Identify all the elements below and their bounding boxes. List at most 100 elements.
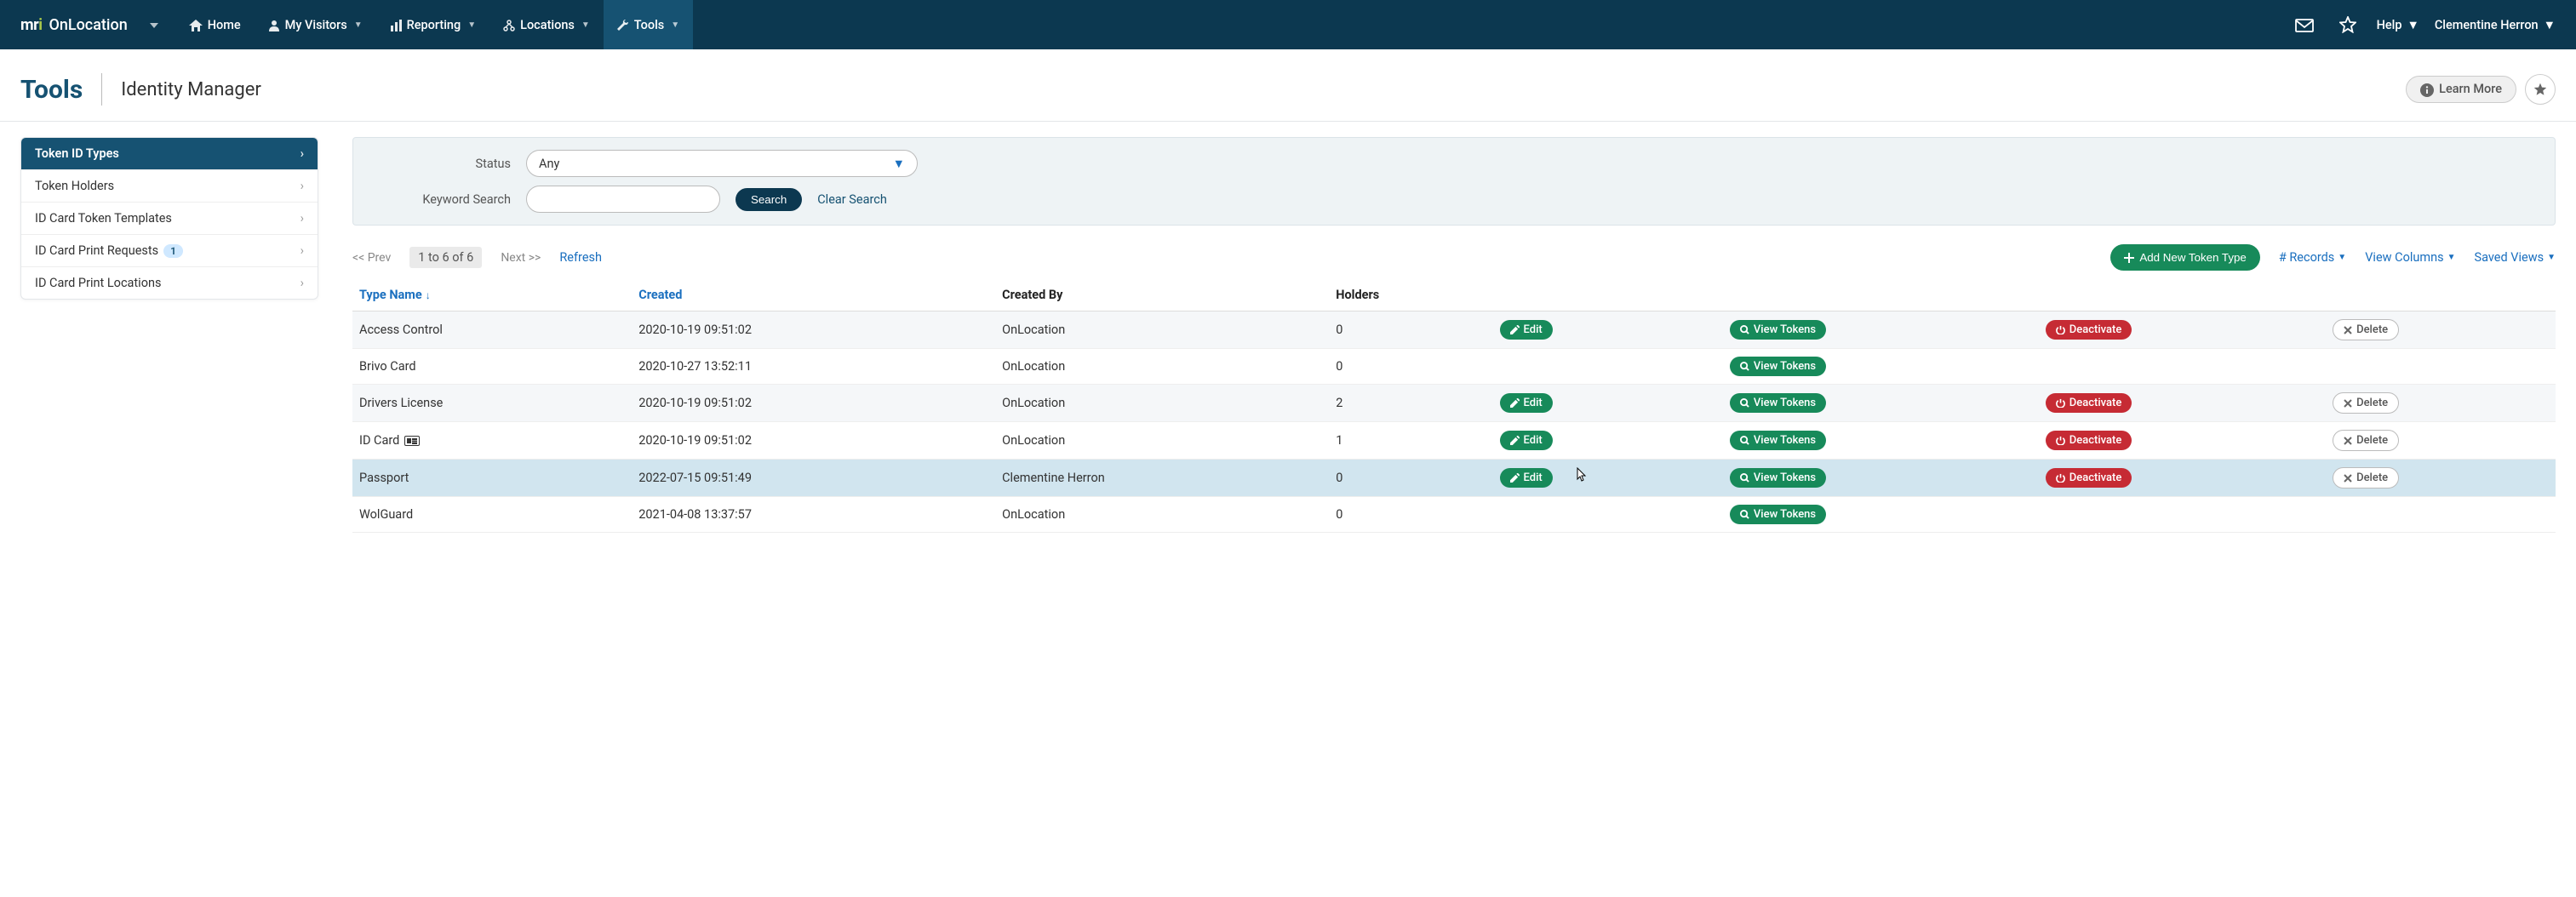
caret-down-icon: ▼ — [2338, 253, 2346, 262]
caret-down-icon: ▼ — [671, 20, 679, 30]
cell-holders: 0 — [1329, 460, 1492, 497]
sidebar-item-id-card-templates[interactable]: ID Card Token Templates › — [21, 203, 318, 235]
view-tokens-button[interactable]: View Tokens — [1730, 468, 1826, 488]
search-button[interactable]: Search — [736, 188, 802, 211]
brand-logo: mri — [20, 16, 42, 34]
table-row[interactable]: ID Card2020-10-19 09:51:02OnLocation1 Ed… — [352, 422, 2556, 460]
status-select[interactable]: Any ▼ — [526, 150, 918, 177]
caret-down-icon: ▼ — [893, 157, 905, 171]
cell-holders: 0 — [1329, 311, 1492, 349]
cell-holders: 2 — [1329, 385, 1492, 422]
add-token-type-button[interactable]: Add New Token Type — [2110, 244, 2259, 271]
edit-button[interactable]: Edit — [1500, 320, 1553, 340]
chevron-right-icon: › — [301, 146, 304, 161]
sidebar-item-token-id-types[interactable]: Token ID Types › — [21, 138, 318, 170]
sidebar-item-label: ID Card Print Requests — [35, 243, 158, 258]
cell-created: 2020-10-19 09:51:02 — [632, 385, 995, 422]
delete-button[interactable]: Delete — [2333, 467, 2399, 488]
deactivate-button[interactable]: Deactivate — [2046, 468, 2132, 488]
star-icon[interactable] — [2334, 11, 2361, 38]
cell-created-by: OnLocation — [995, 311, 1329, 349]
title-separator — [101, 73, 102, 106]
id-card-icon — [404, 436, 420, 446]
table-row[interactable]: WolGuard2021-04-08 13:37:57OnLocation0 V… — [352, 497, 2556, 533]
view-tokens-button[interactable]: View Tokens — [1730, 393, 1826, 413]
caret-down-icon: ▼ — [581, 20, 590, 30]
cell-created: 2020-10-19 09:51:02 — [632, 311, 995, 349]
table-row[interactable]: Passport2022-07-15 09:51:49Clementine He… — [352, 460, 2556, 497]
edit-button[interactable]: Edit — [1500, 431, 1553, 450]
deactivate-button[interactable]: Deactivate — [2046, 431, 2132, 450]
nav-tools[interactable]: Tools ▼ — [604, 0, 693, 49]
col-type-name[interactable]: Type Name↓ — [352, 279, 632, 311]
nav-my-visitors[interactable]: My Visitors ▼ — [255, 0, 376, 49]
keyword-input[interactable] — [526, 186, 720, 213]
view-tokens-button[interactable]: View Tokens — [1730, 431, 1826, 450]
chevron-right-icon: › — [301, 276, 304, 290]
cell-created: 2020-10-19 09:51:02 — [632, 422, 995, 460]
info-icon — [2420, 82, 2434, 96]
refresh-link[interactable]: Refresh — [559, 250, 602, 265]
nav-items: Home My Visitors ▼ Reporting ▼ Locations… — [175, 0, 693, 49]
clear-search-link[interactable]: Clear Search — [817, 192, 887, 207]
delete-button[interactable]: Delete — [2333, 392, 2399, 414]
chevron-right-icon: › — [301, 211, 304, 226]
edit-button[interactable]: Edit — [1500, 393, 1553, 413]
table-toolbar: << Prev 1 to 6 of 6 Next >> Refresh Add … — [352, 244, 2556, 271]
view-tokens-button[interactable]: View Tokens — [1730, 357, 1826, 376]
cell-holders: 0 — [1329, 497, 1492, 533]
delete-button[interactable]: Delete — [2333, 319, 2399, 340]
brand-caret-icon[interactable] — [150, 18, 158, 32]
cell-created: 2020-10-27 13:52:11 — [632, 349, 995, 385]
nav-help[interactable]: Help ▼ — [2377, 18, 2419, 32]
nav-user-menu[interactable]: Clementine Herron ▼ — [2435, 18, 2556, 32]
sidebar-item-id-card-print-requests[interactable]: ID Card Print Requests 1 › — [21, 235, 318, 267]
col-created[interactable]: Created — [632, 279, 995, 311]
nav-locations[interactable]: Locations ▼ — [489, 0, 604, 49]
saved-views-dropdown[interactable]: Saved Views ▼ — [2474, 250, 2556, 265]
cell-created-by: OnLocation — [995, 497, 1329, 533]
page-header: Tools Identity Manager Learn More — [0, 49, 2576, 122]
deactivate-button[interactable]: Deactivate — [2046, 320, 2132, 340]
delete-button[interactable]: Delete — [2333, 430, 2399, 451]
nav-home[interactable]: Home — [175, 0, 255, 49]
columns-label: View Columns — [2365, 250, 2443, 265]
learn-more-button[interactable]: Learn More — [2406, 76, 2516, 102]
sidebar-item-id-card-print-locations[interactable]: ID Card Print Locations › — [21, 267, 318, 299]
deactivate-button[interactable]: Deactivate — [2046, 393, 2132, 413]
col-view — [1723, 279, 2039, 311]
view-columns-dropdown[interactable]: View Columns ▼ — [2365, 250, 2455, 265]
caret-down-icon: ▼ — [467, 20, 476, 30]
cell-type: Passport — [352, 460, 632, 497]
cell-holders: 1 — [1329, 422, 1492, 460]
table-row[interactable]: Brivo Card2020-10-27 13:52:11OnLocation0… — [352, 349, 2556, 385]
plus-icon — [2124, 251, 2134, 264]
pager-prev[interactable]: << Prev — [352, 251, 391, 265]
nav-tools-label: Tools — [634, 18, 664, 32]
sort-asc-icon: ↓ — [426, 289, 431, 301]
cursor-icon — [1575, 467, 1589, 484]
token-types-table: Type Name↓ Created Created By Holders Ac… — [352, 279, 2556, 533]
brand[interactable]: mri OnLocation — [20, 16, 158, 34]
col-holders[interactable]: Holders — [1329, 279, 1492, 311]
nav-reporting[interactable]: Reporting ▼ — [376, 0, 489, 49]
mail-icon[interactable] — [2290, 12, 2319, 37]
cell-created: 2021-04-08 13:37:57 — [632, 497, 995, 533]
table-row[interactable]: Drivers License2020-10-19 09:51:02OnLoca… — [352, 385, 2556, 422]
content-area: Status Any ▼ Keyword Search Search Clear… — [352, 137, 2556, 533]
status-label: Status — [370, 157, 511, 171]
pager-next[interactable]: Next >> — [501, 251, 541, 265]
table-row[interactable]: Access Control2020-10-19 09:51:02OnLocat… — [352, 311, 2556, 349]
records-dropdown[interactable]: # Records ▼ — [2279, 250, 2346, 265]
edit-button[interactable]: Edit — [1500, 468, 1553, 488]
sidebar-item-token-holders[interactable]: Token Holders › — [21, 170, 318, 203]
favorite-button[interactable] — [2525, 74, 2556, 105]
col-edit — [1493, 279, 1723, 311]
nav-reporting-label: Reporting — [407, 18, 461, 32]
caret-down-icon: ▼ — [2447, 253, 2456, 262]
view-tokens-button[interactable]: View Tokens — [1730, 505, 1826, 524]
view-tokens-button[interactable]: View Tokens — [1730, 320, 1826, 340]
home-icon — [189, 18, 203, 32]
page-title: Tools — [20, 75, 83, 105]
col-created-by[interactable]: Created By — [995, 279, 1329, 311]
